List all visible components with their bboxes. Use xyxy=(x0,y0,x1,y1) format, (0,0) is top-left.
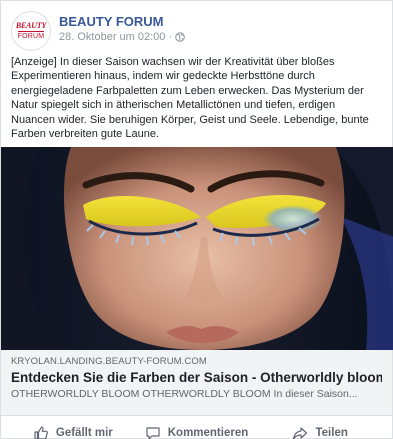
post-timestamp-row: 28. Oktober um 02:00 · xyxy=(59,30,185,44)
logo-text-top: BEAUTY xyxy=(15,21,47,30)
post-text: [Anzeige] In dieser Saison wachsen wir d… xyxy=(11,56,369,141)
link-domain: KRYOLAN.LANDING.BEAUTY-FORUM.COM xyxy=(11,356,207,367)
post-header: BEAUTY FORUM BEAUTY FORUM 28. Oktober um… xyxy=(1,1,392,51)
facebook-post: BEAUTY FORUM BEAUTY FORUM 28. Oktober um… xyxy=(0,0,393,439)
like-label: Gefällt mir xyxy=(55,427,113,439)
comment-button[interactable]: Kommentieren xyxy=(135,418,259,439)
post-timestamp[interactable]: 28. Oktober um 02:00 · xyxy=(59,30,172,44)
speech-bubble-icon xyxy=(146,427,160,439)
share-button[interactable]: Teilen xyxy=(258,418,382,439)
link-title[interactable]: Entdecken Sie die Farben der Saison - Ot… xyxy=(11,368,382,387)
post-image[interactable] xyxy=(1,147,393,350)
post-meta: BEAUTY FORUM 28. Oktober um 02:00 · xyxy=(59,11,185,44)
comment-label: Kommentieren xyxy=(167,427,249,439)
action-bar: Gefällt mir Kommentieren Teilen xyxy=(11,416,382,439)
page-name-link[interactable]: BEAUTY FORUM xyxy=(59,14,185,30)
share-arrow-icon xyxy=(293,427,308,439)
page-avatar[interactable]: BEAUTY FORUM xyxy=(11,11,51,51)
share-label: Teilen xyxy=(315,427,348,439)
link-description: OTHERWORLDLY BLOOM OTHERWORLDLY BLOOM In… xyxy=(11,388,358,400)
link-preview[interactable]: KRYOLAN.LANDING.BEAUTY-FORUM.COM Entdeck… xyxy=(1,350,392,416)
like-button[interactable]: Gefällt mir xyxy=(11,418,135,439)
logo-text-bottom: FORUM xyxy=(17,33,45,40)
globe-icon xyxy=(175,32,185,42)
logo-divider xyxy=(18,31,44,32)
thumbs-up-icon xyxy=(34,426,48,439)
